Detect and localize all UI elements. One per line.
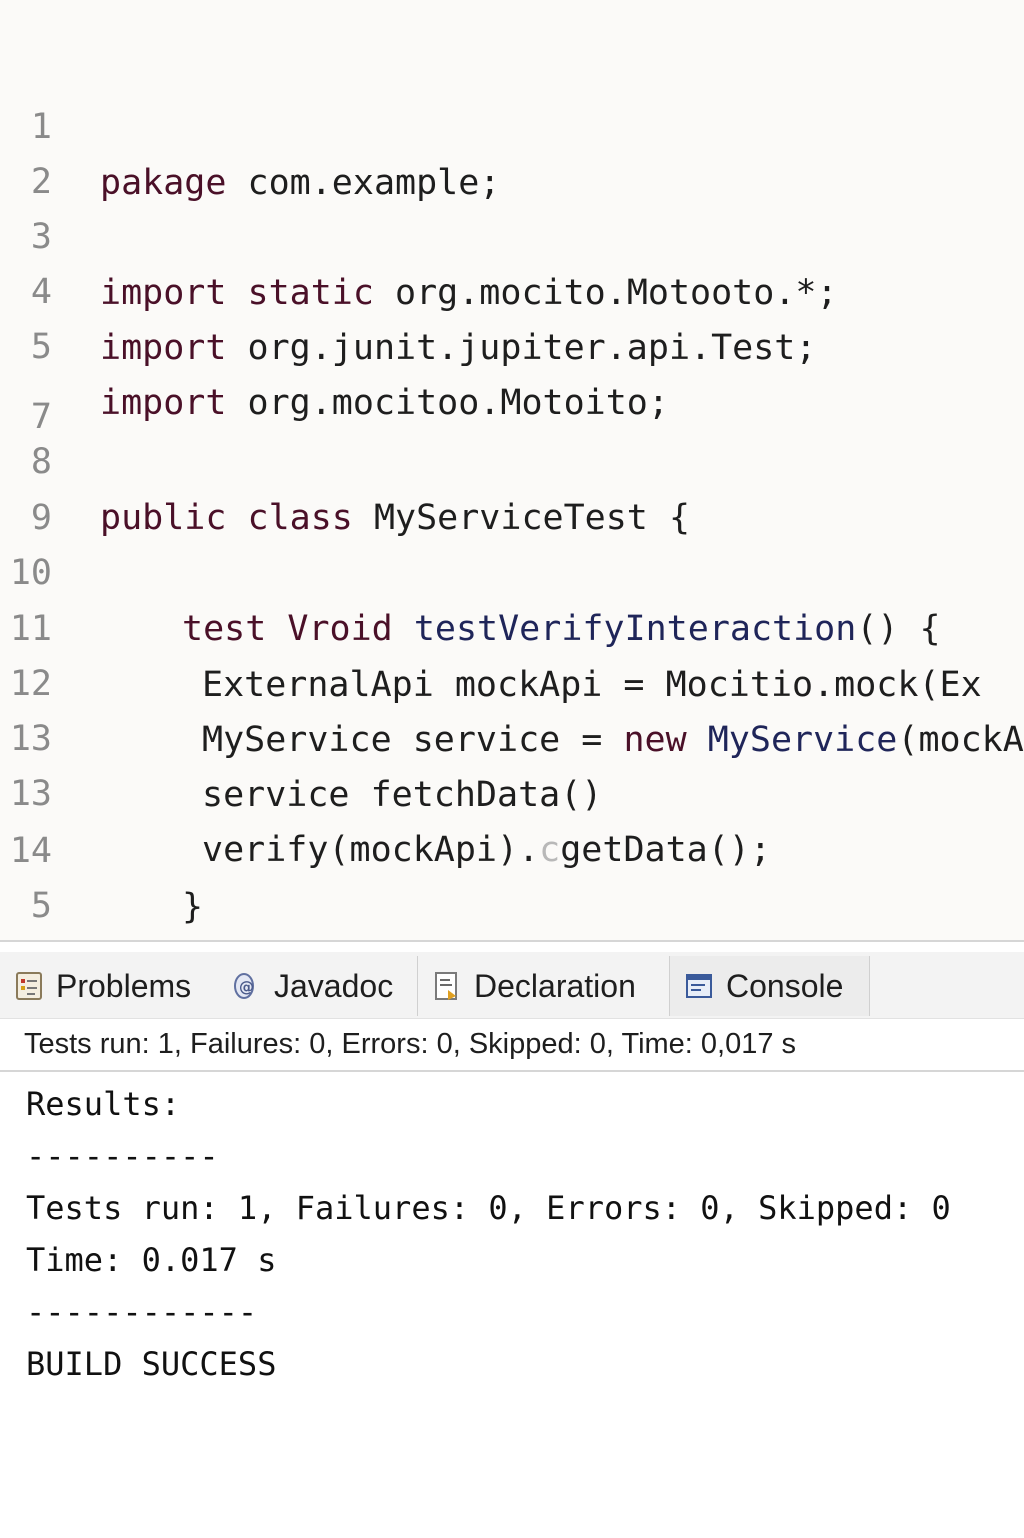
console-line: Time: 0.017 s	[26, 1241, 277, 1279]
code-line: 10 test Vroid testVerifyInteraction() {	[0, 489, 1024, 649]
svg-text:@: @	[239, 978, 254, 996]
code-line: 12 MyService service = new MyService(moc…	[0, 600, 1024, 760]
console-icon	[684, 970, 714, 1002]
code-line: 2	[0, 98, 1024, 202]
test-summary-status: Tests run: 1, Failures: 0, Errors: 0, Sk…	[24, 1028, 797, 1060]
code-line: 3 import static org.mocito.Motooto.*;	[0, 153, 1024, 313]
line-number: 5	[30, 886, 52, 926]
tab-javadoc[interactable]: @ Javadoc	[218, 956, 418, 1016]
tab-declaration[interactable]: Declaration	[418, 956, 670, 1016]
code-line: 13 service fetchData()	[0, 655, 1024, 815]
tab-label: Javadoc	[274, 967, 394, 1004]
tab-label: Problems	[56, 967, 192, 1004]
code-line: 11 ExternalApi mockApi = Mocitio.mock(Ex	[0, 545, 1024, 705]
declaration-icon	[432, 970, 462, 1002]
console-line: BUILD SUCCESS	[26, 1345, 277, 1383]
problems-icon	[14, 970, 44, 1002]
code-line: 1 pakage com.example;	[0, 43, 1024, 203]
tab-console[interactable]: Console	[670, 956, 870, 1016]
code-line: 5 import org.mocitoo.Motoito;	[0, 263, 1024, 423]
tab-label: Declaration	[474, 967, 636, 1004]
code-line: 5 }	[0, 822, 1024, 926]
console-line: ----------	[26, 1137, 219, 1175]
line-code: }	[182, 887, 204, 927]
code-line: 8 public class MyServiceTest {	[0, 378, 1024, 538]
code-line: 13 verify(mockApi).cgetData();	[0, 710, 1024, 870]
console-line: Results:	[26, 1085, 181, 1123]
console-line: ------------	[26, 1293, 258, 1331]
code-line: 4 import org.junit.jupiter.api.Test;	[0, 208, 1024, 368]
code-line: 9	[0, 434, 1024, 538]
console-output[interactable]: Results: ---------- Tests run: 1, Failur…	[0, 1070, 1024, 1538]
console-line: Tests run: 1, Failures: 0, Errors: 0, Sk…	[26, 1189, 951, 1227]
javadoc-icon: @	[232, 970, 262, 1002]
view-tab-bar: Problems @ Javadoc Declaration Console	[0, 952, 1024, 1019]
code-line: 14 }	[0, 767, 1024, 927]
tab-label: Console	[726, 967, 844, 1004]
bottom-panel: Problems @ Javadoc Declaration Console T…	[0, 940, 1024, 1538]
tab-problems[interactable]: Problems	[0, 956, 218, 1016]
code-editor[interactable]: 1 pakage com.example; 2 3 import static …	[0, 0, 1024, 940]
